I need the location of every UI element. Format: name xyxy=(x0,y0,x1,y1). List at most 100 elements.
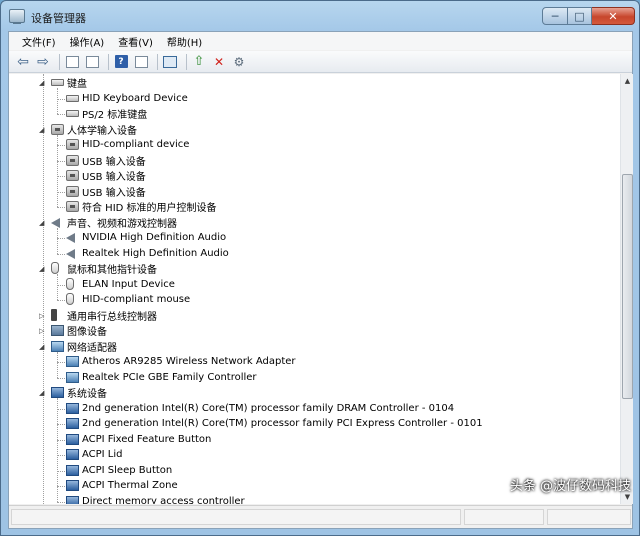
tree-device[interactable]: Direct memory access controller xyxy=(9,494,620,504)
help-button[interactable]: ? xyxy=(113,54,129,70)
tree-device[interactable]: HID-compliant device xyxy=(9,137,620,153)
keyboard-icon xyxy=(66,94,79,102)
tree-device[interactable]: USB 输入设备 xyxy=(9,168,620,184)
expanded-arrow-icon[interactable]: ◢ xyxy=(39,126,47,134)
window-title: 设备管理器 xyxy=(31,12,86,25)
tree-device[interactable]: Realtek PCIe GBE Family Controller xyxy=(9,370,620,386)
tree-item-label: PS/2 标准键盘 xyxy=(82,110,148,122)
tree-item-label: 2nd generation Intel(R) Core(TM) process… xyxy=(82,402,455,414)
toolbar-separator xyxy=(108,53,109,70)
hid-icon xyxy=(66,201,79,212)
tree-device[interactable]: ACPI Lid xyxy=(9,447,620,463)
tree-item-label: 2nd generation Intel(R) Core(TM) process… xyxy=(82,418,483,430)
tree-device[interactable]: 2nd generation Intel(R) Core(TM) process… xyxy=(9,416,620,432)
tree-child-line xyxy=(57,351,58,378)
tree-item-label: 鼠标和其他指针设备 xyxy=(67,265,157,277)
tree-category[interactable]: ▷ 通用串行总线控制器 xyxy=(9,308,620,324)
hid-icon xyxy=(66,154,79,166)
close-button[interactable]: ✕ xyxy=(592,7,635,25)
collapsed-arrow-icon[interactable]: ▷ xyxy=(39,327,47,335)
tree-child-line xyxy=(57,398,58,502)
title-bar[interactable]: 设备管理器 ─ □ ✕ xyxy=(1,1,639,31)
tree-device[interactable]: ACPI Fixed Feature Button xyxy=(9,432,620,448)
system-icon xyxy=(66,418,79,429)
vertical-scrollbar[interactable]: ▲ ▼ xyxy=(620,74,633,504)
tree-branch-line xyxy=(57,408,65,410)
speaker-icon xyxy=(66,248,75,259)
tree-branch-line xyxy=(57,176,65,177)
tree-item-label: ACPI Sleep Button xyxy=(82,464,173,476)
tree-device[interactable]: PS/2 标准键盘 xyxy=(9,106,620,122)
tree-category[interactable]: ◢ 网络适配器 xyxy=(9,339,620,355)
properties-button[interactable] xyxy=(84,54,100,70)
scrollbar-thumb[interactable] xyxy=(622,174,633,399)
tree-item-label: USB 输入设备 xyxy=(82,172,146,184)
tree-item-label: HID Keyboard Device xyxy=(82,92,188,104)
tree-category[interactable]: ▷ 图像设备 xyxy=(9,323,620,339)
update-driver-icon: ⇧ xyxy=(193,54,205,69)
tree-device[interactable]: USB 输入设备 xyxy=(9,153,620,169)
forward-button[interactable]: ⇨ xyxy=(35,54,51,70)
tree-item-label: 网络适配器 xyxy=(67,342,117,354)
tree-category[interactable]: ◢ 键盘 xyxy=(9,75,620,91)
tree-branch-line xyxy=(57,455,65,456)
mouse-icon xyxy=(66,293,74,305)
tree-branch-line xyxy=(57,98,65,100)
tree-device[interactable]: 2nd generation Intel(R) Core(TM) process… xyxy=(9,401,620,417)
tree-child-line xyxy=(57,134,58,207)
tree-device[interactable]: NVIDIA High Definition Audio xyxy=(9,230,620,246)
tree-branch-line xyxy=(57,300,65,301)
tree-item-label: ELAN Input Device xyxy=(82,278,175,290)
tree-item-label: 图像设备 xyxy=(67,327,107,339)
tree-device[interactable]: Atheros AR9285 Wireless Network Adapter xyxy=(9,354,620,370)
disable-button[interactable]: ⚙ xyxy=(231,54,247,70)
tree-device[interactable]: 符合 HID 标准的用户控制设备 xyxy=(9,199,620,215)
tree-branch-line xyxy=(57,424,65,425)
menu-file[interactable]: 文件(F) xyxy=(15,34,63,49)
uninstall-icon: ✕ xyxy=(213,54,225,69)
tree-category[interactable]: ◢ 声音、视频和游戏控制器 xyxy=(9,215,620,231)
tree-device[interactable]: HID-compliant mouse xyxy=(9,292,620,308)
tree-item-label: 人体学输入设备 xyxy=(67,125,137,137)
toolbar: ⇦ ⇨ ? ⇧ ✕ ⚙ xyxy=(9,51,632,73)
tree-device[interactable]: HID Keyboard Device xyxy=(9,91,620,107)
tree-category[interactable]: ◢ 鼠标和其他指针设备 xyxy=(9,261,620,277)
menu-action[interactable]: 操作(A) xyxy=(63,34,112,49)
client-area: 文件(F) 操作(A) 查看(V) 帮助(H) ⇦ ⇨ ? ⇧ ✕ ⚙ ◢ 键盘 H… xyxy=(8,31,633,529)
device-manager-window: 设备管理器 ─ □ ✕ 文件(F) 操作(A) 查看(V) 帮助(H) ⇦ ⇨ … xyxy=(0,0,640,536)
tree-device[interactable]: Realtek High Definition Audio xyxy=(9,246,620,262)
tree-category[interactable]: ◢ 系统设备 xyxy=(9,385,620,401)
tree-item-label: NVIDIA High Definition Audio xyxy=(82,232,227,244)
tree-branch-line xyxy=(57,114,65,115)
expanded-arrow-icon[interactable]: ◢ xyxy=(39,219,47,227)
toolbar-separator xyxy=(59,53,60,70)
show-hide-console-tree-button[interactable] xyxy=(64,54,80,70)
tree-child-line xyxy=(57,88,58,114)
tree-item-label: 符合 HID 标准的用户控制设备 xyxy=(82,203,217,215)
expanded-arrow-icon[interactable]: ◢ xyxy=(39,343,47,351)
tree-category[interactable]: ◢ 人体学输入设备 xyxy=(9,122,620,138)
menu-view[interactable]: 查看(V) xyxy=(111,34,160,49)
collapsed-arrow-icon[interactable]: ▷ xyxy=(39,312,47,320)
menu-help[interactable]: 帮助(H) xyxy=(160,34,209,49)
caption-buttons: ─ □ ✕ xyxy=(542,7,635,25)
usb-icon xyxy=(51,308,57,321)
scan-hardware-button[interactable] xyxy=(162,54,178,70)
minimize-button[interactable]: ─ xyxy=(542,7,568,25)
action-pane-button[interactable] xyxy=(133,54,149,70)
back-arrow-icon: ⇦ xyxy=(17,53,29,70)
expanded-arrow-icon[interactable]: ◢ xyxy=(39,265,47,273)
expanded-arrow-icon[interactable]: ◢ xyxy=(39,79,47,87)
device-tree[interactable]: ◢ 键盘 HID Keyboard Device PS/2 标准键盘 ◢ 人体学输入设备 H… xyxy=(9,74,620,504)
tree-device[interactable]: ELAN Input Device xyxy=(9,277,620,293)
camera-icon xyxy=(51,325,64,336)
toolbar-separator xyxy=(186,53,187,70)
expanded-arrow-icon[interactable]: ◢ xyxy=(39,389,47,397)
scroll-up-icon[interactable]: ▲ xyxy=(621,74,634,88)
back-button[interactable]: ⇦ xyxy=(15,54,31,70)
uninstall-button[interactable]: ✕ xyxy=(211,54,227,70)
maximize-button[interactable]: □ xyxy=(568,7,592,25)
tree-device[interactable]: USB 输入设备 xyxy=(9,184,620,200)
update-driver-button[interactable]: ⇧ xyxy=(191,54,207,70)
tree-branch-line xyxy=(57,207,65,208)
